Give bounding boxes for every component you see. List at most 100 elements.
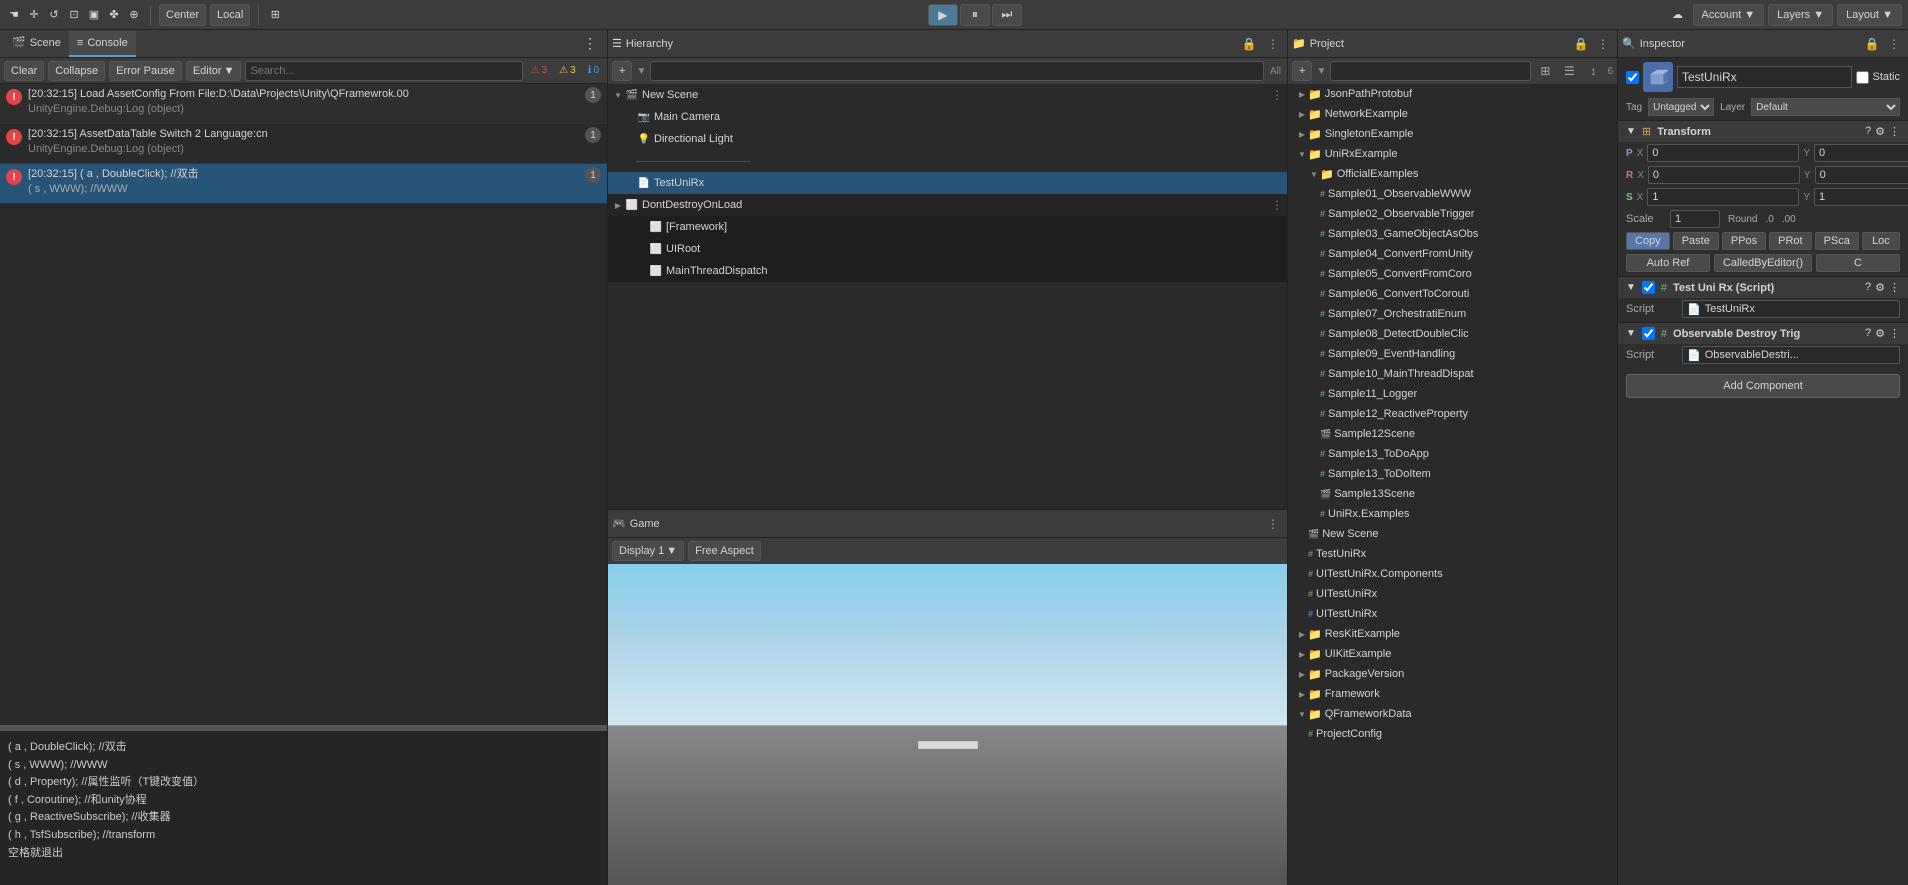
- tag-select[interactable]: Untagged: [1648, 98, 1714, 116]
- obs-gear-icon[interactable]: ⚙: [1875, 327, 1885, 340]
- hierarchy-lock-icon[interactable]: 🔒: [1239, 34, 1259, 54]
- obs-more-icon[interactable]: ⋮: [1889, 327, 1900, 340]
- project-item-s11[interactable]: # Sample11_Logger: [1288, 384, 1617, 404]
- script-help-icon[interactable]: ?: [1865, 281, 1871, 294]
- local-button[interactable]: Local: [210, 4, 250, 26]
- obs-help-icon[interactable]: ?: [1865, 327, 1871, 340]
- error-badge[interactable]: ⚠ 3: [527, 64, 552, 77]
- called-by-editor-button[interactable]: CalledByEditor(): [1714, 254, 1812, 272]
- rect-tool-icon[interactable]: ▣: [86, 7, 102, 23]
- project-item-jsonpath[interactable]: ▶ 📁 JsonPathProtobuf: [1288, 84, 1617, 104]
- scale-tool-icon[interactable]: ⊡: [66, 7, 82, 23]
- script-more-icon[interactable]: ⋮: [1889, 281, 1900, 294]
- tree-framework[interactable]: ▶ ⬜ [Framework]: [608, 216, 1287, 238]
- obs-script-ref-value[interactable]: 📄 ObservableDestri...: [1682, 346, 1900, 364]
- project-add-btn[interactable]: +: [1292, 61, 1312, 81]
- console-message-0[interactable]: ! [20:32:15] Load AssetConfig From File:…: [0, 84, 607, 124]
- project-item-uitestcomp[interactable]: # UITestUniRx.Components: [1288, 564, 1617, 584]
- console-message-1[interactable]: ! [20:32:15] AssetDataTable Switch 2 Lan…: [0, 124, 607, 164]
- layer-select[interactable]: Default: [1751, 98, 1900, 116]
- testunirx-script-header[interactable]: ▼ # Test Uni Rx (Script) ? ⚙ ⋮: [1618, 277, 1908, 298]
- grid-tool-icon[interactable]: ⊞: [267, 7, 283, 23]
- clear-button[interactable]: Clear: [4, 61, 44, 81]
- script-active-checkbox[interactable]: [1642, 281, 1655, 294]
- tree-main-camera[interactable]: 📷 Main Camera: [608, 106, 1287, 128]
- project-item-unirxexamples[interactable]: # UniRx.Examples: [1288, 504, 1617, 524]
- layout-button[interactable]: Layout ▼: [1837, 4, 1902, 26]
- game-options-icon[interactable]: ⋮: [1263, 514, 1283, 534]
- console-message-2[interactable]: ! [20:32:15] ( a , DoubleClick); //双击 ( …: [0, 164, 607, 204]
- step-button[interactable]: ⏭: [992, 4, 1022, 26]
- project-item-s10[interactable]: # Sample10_MainThreadDispat: [1288, 364, 1617, 384]
- add-component-button[interactable]: Add Component: [1626, 374, 1900, 398]
- loc-button[interactable]: Loc: [1862, 232, 1900, 250]
- project-content[interactable]: ▶ 📁 JsonPathProtobuf ▶ 📁 NetworkExample …: [1288, 84, 1617, 885]
- paste-button[interactable]: Paste: [1673, 232, 1719, 250]
- cloud-icon[interactable]: ☁: [1667, 4, 1689, 26]
- project-item-unirx[interactable]: ▼ 📁 UniRxExample: [1288, 144, 1617, 164]
- observable-destroy-header[interactable]: ▼ # Observable Destroy Trig ? ⚙ ⋮: [1618, 323, 1908, 344]
- hierarchy-add-btn[interactable]: +: [612, 61, 632, 81]
- project-item-s12[interactable]: # Sample12_ReactiveProperty: [1288, 404, 1617, 424]
- console-search-input[interactable]: [245, 61, 522, 81]
- rot-x-input[interactable]: [1648, 166, 1800, 184]
- static-checkbox[interactable]: Static: [1856, 71, 1900, 84]
- prot-button[interactable]: PRot: [1769, 232, 1811, 250]
- tree-dont-destroy[interactable]: ▶ ⬜ DontDestroyOnLoad ⋮: [608, 194, 1287, 216]
- free-aspect-button[interactable]: Free Aspect: [688, 541, 761, 561]
- project-item-s13item[interactable]: # Sample13_ToDoItem: [1288, 464, 1617, 484]
- rotate-tool-icon[interactable]: ↺: [46, 7, 62, 23]
- pos-x-input[interactable]: [1647, 144, 1799, 162]
- project-options-icon[interactable]: ⋮: [1593, 34, 1613, 54]
- project-item-newscene[interactable]: 🎬 New Scene: [1288, 524, 1617, 544]
- project-item-s12scene[interactable]: 🎬 Sample12Scene: [1288, 424, 1617, 444]
- hand-tool-icon[interactable]: ☚: [6, 7, 22, 23]
- project-sort-icon[interactable]: ↕: [1583, 61, 1603, 81]
- move-tool-icon[interactable]: ✛: [26, 7, 42, 23]
- inspector-lock-icon[interactable]: 🔒: [1862, 34, 1882, 54]
- pos-y-input[interactable]: [1814, 144, 1908, 162]
- project-item-uitest2[interactable]: # UITestUniRx: [1288, 604, 1617, 624]
- tree-ui-root[interactable]: ▶ ⬜ UIRoot: [608, 238, 1287, 260]
- project-item-s03[interactable]: # Sample03_GameObjectAsObs: [1288, 224, 1617, 244]
- tree-test-unirx[interactable]: 📄 TestUniRx: [608, 172, 1287, 194]
- project-item-s06[interactable]: # Sample06_ConvertToCorouti: [1288, 284, 1617, 304]
- display-button[interactable]: Display 1 ▼: [612, 541, 684, 561]
- obj-name-input[interactable]: [1677, 66, 1852, 88]
- transform-header[interactable]: ▼ ⊞ Transform ? ⚙ ⋮: [1618, 121, 1908, 142]
- project-item-singleton[interactable]: ▶ 📁 SingletonExample: [1288, 124, 1617, 144]
- ppos-button[interactable]: PPos: [1722, 232, 1766, 250]
- project-item-official[interactable]: ▼ 📁 OfficialExamples: [1288, 164, 1617, 184]
- obs-active-checkbox[interactable]: [1642, 327, 1655, 340]
- custom-tool-icon[interactable]: ⊕: [126, 7, 142, 23]
- scale-y-input[interactable]: [1814, 188, 1908, 206]
- hierarchy-content[interactable]: ▼ 🎬 New Scene ⋮ 📷 Main Camera 💡 Directio…: [608, 84, 1287, 509]
- calledby-shortcut-button[interactable]: C: [1816, 254, 1900, 272]
- project-item-testunirx[interactable]: # TestUniRx: [1288, 544, 1617, 564]
- project-item-s01[interactable]: # Sample01_ObservableWWW: [1288, 184, 1617, 204]
- project-item-framework[interactable]: ▶ 📁 Framework: [1288, 684, 1617, 704]
- tree-main-thread[interactable]: ▶ ⬜ MainThreadDispatch: [608, 260, 1287, 282]
- panel-options-menu[interactable]: ⋮: [577, 35, 603, 52]
- account-button[interactable]: Account ▼: [1693, 4, 1765, 26]
- psca-button[interactable]: PSca: [1815, 232, 1859, 250]
- auto-ref-button[interactable]: Auto Ref: [1626, 254, 1710, 272]
- transform-help-icon[interactable]: ?: [1865, 125, 1871, 138]
- script-ref-value[interactable]: 📄 TestUniRx: [1682, 300, 1900, 318]
- console-messages[interactable]: ! [20:32:15] Load AssetConfig From File:…: [0, 84, 607, 725]
- project-search-input[interactable]: [1330, 61, 1531, 81]
- project-item-s08[interactable]: # Sample08_DetectDoubleClic: [1288, 324, 1617, 344]
- project-item-s13scene[interactable]: 🎬 Sample13Scene: [1288, 484, 1617, 504]
- project-item-networkexample[interactable]: ▶ 📁 NetworkExample: [1288, 104, 1617, 124]
- tree-directional-light[interactable]: 💡 Directional Light: [608, 128, 1287, 150]
- tree-new-scene[interactable]: ▼ 🎬 New Scene ⋮: [608, 84, 1287, 106]
- project-item-s13app[interactable]: # Sample13_ToDoApp: [1288, 444, 1617, 464]
- project-item-s05[interactable]: # Sample05_ConvertFromCoro: [1288, 264, 1617, 284]
- project-item-qdata[interactable]: ▼ 📁 QFrameworkData: [1288, 704, 1617, 724]
- pause-button[interactable]: ⏸: [960, 4, 990, 26]
- scene-options[interactable]: ⋮: [1271, 88, 1283, 102]
- project-item-projconfig[interactable]: # ProjectConfig: [1288, 724, 1617, 744]
- log-badge[interactable]: ℹ 0: [584, 64, 603, 77]
- rot-y-input[interactable]: [1815, 166, 1908, 184]
- obj-active-checkbox[interactable]: [1626, 71, 1639, 84]
